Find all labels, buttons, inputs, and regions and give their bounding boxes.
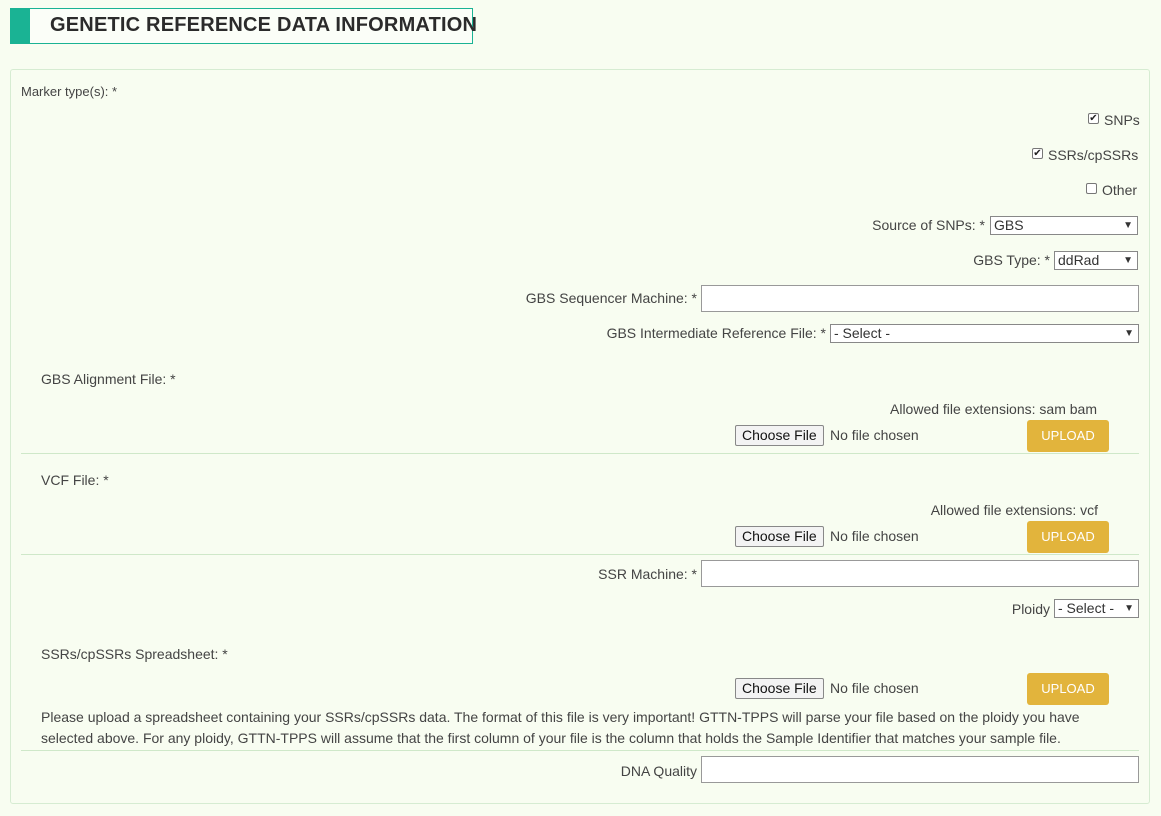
check-icon: ✔	[1033, 148, 1042, 159]
ssr-sheet-label: SSRs/cpSSRs Spreadsheet: *	[41, 646, 228, 662]
other-checkbox[interactable]	[1086, 183, 1097, 194]
ssr-sheet-help-text: Please upload a spreadsheet containing y…	[41, 709, 1080, 746]
chevron-down-icon: ▼	[1124, 603, 1134, 614]
snp-source-label: Source of SNPs: *	[872, 217, 985, 233]
ssr-sheet-choose-file-button[interactable]: Choose File	[735, 678, 824, 699]
alignment-label: GBS Alignment File: *	[41, 371, 176, 387]
gbs-machine-label: GBS Sequencer Machine: *	[525, 290, 697, 306]
ssrs-checkbox[interactable]: ✔	[1032, 148, 1043, 159]
page-title: GENETIC REFERENCE DATA INFORMATION	[50, 14, 478, 36]
snp-source-select[interactable]: GBS ▼	[990, 216, 1138, 235]
dna-quality-input[interactable]	[701, 756, 1139, 783]
alignment-file-status: No file chosen	[830, 427, 919, 443]
snps-checkbox[interactable]: ✔	[1088, 113, 1099, 124]
dna-quality-label: DNA Quality	[620, 763, 697, 779]
gbs-type-label: GBS Type: *	[973, 252, 1050, 268]
ssr-machine-label: SSR Machine: *	[598, 566, 697, 582]
chevron-down-icon: ▼	[1123, 220, 1133, 231]
ploidy-label: Ploidy	[1011, 601, 1050, 617]
vcf-upload-button[interactable]: UPLOAD	[1027, 521, 1109, 553]
gbs-ref-label: GBS Intermediate Reference File: *	[606, 325, 826, 341]
alignment-upload-button[interactable]: UPLOAD	[1027, 420, 1109, 452]
vcf-allowed: Allowed file extensions: vcf	[930, 502, 1098, 518]
ploidy-select[interactable]: - Select - ▼	[1054, 599, 1139, 618]
vcf-choose-file-button[interactable]: Choose File	[735, 526, 824, 547]
ploidy-value: - Select -	[1058, 600, 1115, 616]
check-icon: ✔	[1089, 113, 1098, 124]
alignment-choose-file-button[interactable]: Choose File	[735, 425, 824, 446]
vcf-label: VCF File: *	[41, 472, 109, 488]
gbs-ref-select[interactable]: - Select - ▼	[830, 324, 1139, 343]
chevron-down-icon: ▼	[1124, 328, 1134, 339]
alignment-allowed: Allowed file extensions: sam bam	[890, 401, 1097, 417]
snp-source-value: GBS	[994, 217, 1024, 233]
divider	[21, 750, 1139, 751]
divider	[21, 453, 1139, 454]
gbs-type-select[interactable]: ddRad ▼	[1054, 251, 1138, 270]
ssr-sheet-upload-button[interactable]: UPLOAD	[1027, 673, 1109, 705]
gbs-type-value: ddRad	[1058, 252, 1100, 268]
other-label[interactable]: Other	[1102, 182, 1137, 198]
ssrs-label[interactable]: SSRs/cpSSRs	[1048, 147, 1138, 163]
ssr-sheet-file-status: No file chosen	[830, 680, 919, 696]
snps-label[interactable]: SNPs	[1104, 112, 1140, 128]
divider	[21, 554, 1139, 555]
gbs-machine-input[interactable]	[701, 285, 1139, 312]
ssr-machine-input[interactable]	[701, 560, 1139, 587]
marker-type-label: Marker type(s): *	[21, 84, 118, 99]
vcf-file-status: No file chosen	[830, 528, 919, 544]
form-panel	[10, 69, 1150, 804]
chevron-down-icon: ▼	[1123, 255, 1133, 266]
gbs-ref-value: - Select -	[834, 325, 891, 341]
